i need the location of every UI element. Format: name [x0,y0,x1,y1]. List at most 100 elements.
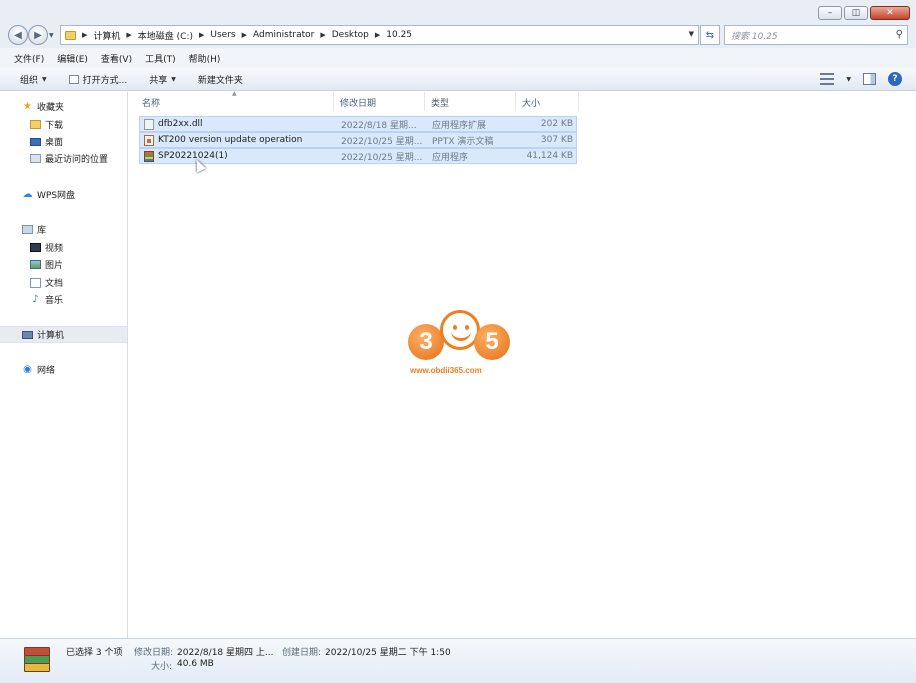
sidebar-item-label: 图片 [45,261,64,271]
file-name: SP20221024(1) [158,151,228,161]
sidebar-item-favorites[interactable]: ★ 收藏夹 [0,98,127,115]
help-icon[interactable]: ? [888,72,902,86]
sidebar-item-documents[interactable]: 文档 [0,274,127,291]
column-divider[interactable] [515,92,516,111]
menu-file[interactable]: 文件(F) [14,52,44,65]
minimize-button[interactable]: – [818,6,842,20]
chevron-down-icon: ▼ [42,75,47,83]
organize-button[interactable]: 组织 ▼ [20,73,47,86]
menu-edit[interactable]: 编辑(E) [57,52,88,65]
menu-help[interactable]: 帮助(H) [189,52,221,65]
breadcrumb-administrator[interactable]: Administrator [253,30,314,40]
sidebar-item-libraries[interactable]: 库 [0,221,127,238]
sidebar-item-music[interactable]: ♪ 音乐 [0,291,127,308]
sidebar-item-pictures[interactable]: 图片 [0,256,127,273]
refresh-icon: ⇆ [705,29,715,41]
sidebar-item-label: 文档 [45,279,64,289]
music-icon: ♪ [32,294,39,305]
menu-bar: 文件(F) 编辑(E) 查看(V) 工具(T) 帮助(H) [0,48,916,68]
sidebar-item-desktop[interactable]: 桌面 [0,133,127,150]
modified-label: 修改日期: [134,648,174,658]
refresh-button[interactable]: ⇆ [700,25,720,45]
folder-icon [65,30,76,40]
file-modified: 2022/10/25 星期... [341,136,423,147]
column-header-type[interactable]: 类型 [431,96,449,109]
sidebar-item-videos[interactable]: 视频 [0,239,127,256]
modified-value: 2022/8/18 星期四 上... [177,648,274,658]
library-icon [22,225,33,234]
file-row[interactable]: KT200 version update operation 2022/10/2… [139,132,577,148]
menu-view[interactable]: 查看(V) [101,52,132,65]
file-size: 41,124 KB [526,151,573,161]
chevron-down-icon: ▼ [171,75,176,83]
dll-file-icon [144,119,154,130]
watermark-logo: 3 5 www.obdii365.com [406,298,516,382]
chevron-right-icon[interactable]: ▶ [320,31,325,39]
forward-button[interactable]: ▶ [28,25,48,45]
sidebar-item-label: WPS网盘 [37,191,76,201]
file-row[interactable]: dfb2xx.dll 2022/8/18 星期... 应用程序扩展 202 KB [139,116,577,132]
title-bar: – ◫ ✕ [0,0,916,22]
sort-arrow-icon: ▲ [232,90,237,97]
column-divider[interactable] [578,92,579,111]
search-icon[interactable]: ⚲ [896,29,903,40]
sidebar-item-wps-cloud[interactable]: ☁ WPS网盘 [0,186,127,203]
file-type: 应用程序 [432,152,469,163]
view-controls: ▼ ? [820,72,902,86]
preview-pane-icon[interactable] [863,73,876,85]
forward-arrow-icon: ▶ [34,29,42,41]
close-button[interactable]: ✕ [870,6,910,20]
chevron-right-icon[interactable]: ▶ [82,31,87,39]
breadcrumb-current-folder[interactable]: 10.25 [386,30,412,40]
new-folder-label: 新建文件夹 [197,75,243,86]
column-header-name[interactable]: 名称 [142,96,160,109]
address-row: ◀ ▶ ▼ ▶ 计算机 ▶ 本地磁盘 (C:) ▶ Users ▶ Admini… [0,22,916,48]
sidebar-item-label: 视频 [45,244,64,254]
recent-pages-dropdown[interactable]: ▼ [49,32,54,39]
sidebar-item-network[interactable]: ◉ 网络 [0,361,127,378]
column-header-size[interactable]: 大小 [522,96,540,109]
maximize-button[interactable]: ◫ [844,6,868,20]
address-bar[interactable]: ▶ 计算机 ▶ 本地磁盘 (C:) ▶ Users ▶ Administrato… [60,25,699,45]
breadcrumb-local-disk[interactable]: 本地磁盘 (C:) [138,29,193,42]
recent-places-icon [30,154,41,163]
chevron-right-icon[interactable]: ▶ [126,31,131,39]
share-button[interactable]: 共享 ▼ [149,73,176,86]
file-name: dfb2xx.dll [158,119,203,129]
breadcrumb-users[interactable]: Users [210,30,235,40]
video-icon [30,243,41,252]
open-with-button[interactable]: 打开方式... [68,73,127,86]
column-headers: 名称 ▲ 修改日期 类型 大小 [128,90,916,111]
column-header-modified[interactable]: 修改日期 [340,96,376,109]
file-modified: 2022/10/25 星期... [341,152,423,163]
chevron-down-icon[interactable]: ▼ [689,30,694,38]
search-placeholder: 搜索 10.25 [731,31,778,42]
exe-file-icon [144,151,154,162]
chevron-right-icon[interactable]: ▶ [242,31,247,39]
file-name: KT200 version update operation [158,135,303,145]
chevron-right-icon[interactable]: ▶ [375,31,380,39]
back-button[interactable]: ◀ [8,25,28,45]
sidebar-item-computer[interactable]: 计算机 [0,326,127,343]
close-icon: ✕ [886,8,894,18]
breadcrumb-computer[interactable]: 计算机 [93,29,120,42]
sidebar-item-downloads[interactable]: 下载 [0,116,127,133]
new-folder-button[interactable]: 新建文件夹 [198,73,243,86]
watermark-digit: 5 [474,324,510,360]
sidebar-item-label: 网络 [37,366,56,376]
downloads-folder-icon [30,120,41,129]
file-row[interactable]: SP20221024(1) 2022/10/25 星期... 应用程序 41,1… [139,148,577,164]
view-options-dropdown[interactable]: ▼ [846,76,851,83]
search-input[interactable]: 搜索 10.25 ⚲ [724,25,908,45]
sidebar-item-label: 计算机 [37,331,65,341]
sidebar-item-recent-places[interactable]: 最近访问的位置 [0,150,127,167]
column-divider[interactable] [424,92,425,111]
chevron-right-icon[interactable]: ▶ [199,31,204,39]
change-view-icon[interactable] [820,73,835,85]
breadcrumb-desktop[interactable]: Desktop [332,30,369,40]
file-list-pane[interactable]: 名称 ▲ 修改日期 类型 大小 dfb2xx.dll 2022/8/18 星期.… [128,90,916,638]
menu-tools[interactable]: 工具(T) [145,52,176,65]
maximize-icon: ◫ [851,8,861,18]
sidebar-item-label: 下载 [45,121,64,131]
column-divider[interactable] [333,92,334,111]
